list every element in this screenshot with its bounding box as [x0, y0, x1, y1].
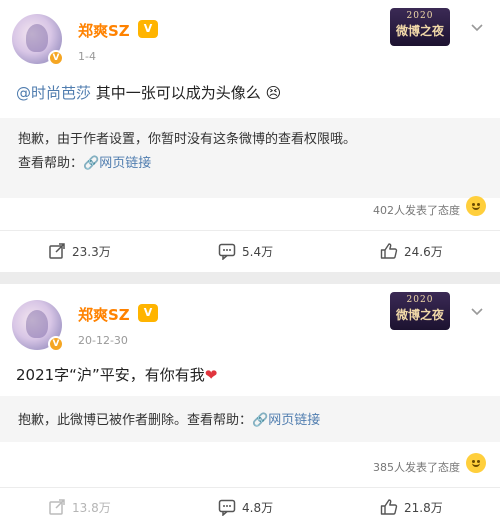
weibo-post-card: V 郑爽SZ V 1-4 2020 微博之夜 @时尚芭莎 其中一张可以成为头像么…	[0, 0, 500, 272]
mention-link[interactable]: @时尚芭莎	[16, 84, 91, 102]
like-count: 24.6万	[404, 244, 443, 259]
repost-button[interactable]: 13.8万	[48, 498, 111, 516]
vip-badge-icon: V	[138, 304, 158, 322]
weibo-post-card: V 郑爽SZ V 20-12-30 2020 微博之夜 2021字“沪”平安，有…	[0, 284, 500, 529]
notice-line: 抱歉，此微博已被作者删除。查看帮助：🔗网页链接	[18, 409, 482, 428]
restricted-notice: 抱歉，由于作者设置，你暂时没有这条微博的查看权限哦。 查看帮助：🔗网页链接	[0, 118, 500, 198]
web-link[interactable]: 🔗网页链接	[83, 156, 151, 171]
chevron-down-icon[interactable]	[470, 304, 484, 318]
comment-icon	[218, 243, 236, 260]
event-badge: 2020 微博之夜	[390, 292, 450, 330]
sad-emoji-icon: 😣	[265, 84, 282, 102]
notice-text: 抱歉，此微博已被作者删除。查看帮助：	[18, 413, 253, 428]
verified-badge-icon: V	[48, 336, 64, 352]
notice-text: 抱歉，由于作者设置，你暂时没有这条微博的查看权限哦。	[18, 132, 357, 147]
repost-button[interactable]: 23.3万	[48, 242, 111, 260]
like-button[interactable]: 21.8万	[380, 498, 443, 516]
comment-icon	[218, 499, 236, 516]
event-badge-name: 微博之夜	[395, 24, 444, 38]
like-button[interactable]: 24.6万	[380, 242, 443, 260]
share-icon	[49, 499, 65, 515]
comment-button[interactable]: 4.8万	[218, 498, 273, 516]
repost-count: 13.8万	[72, 500, 111, 515]
thumbs-up-icon	[380, 243, 398, 259]
thumbs-up-icon	[380, 499, 398, 515]
post-text: @时尚芭莎 其中一张可以成为头像么 😣	[16, 82, 281, 103]
help-label: 查看帮助：	[18, 156, 84, 171]
event-badge-year: 2020	[406, 295, 434, 305]
comment-count: 5.4万	[242, 244, 274, 259]
deleted-notice: 抱歉，此微博已被作者删除。查看帮助：🔗网页链接	[0, 396, 500, 442]
reactions-count[interactable]: 385人发表了态度	[373, 459, 460, 475]
heart-icon: ❤	[204, 366, 218, 384]
web-link[interactable]: 🔗网页链接	[252, 413, 320, 428]
reactions-count[interactable]: 402人发表了态度	[373, 202, 460, 218]
vip-badge-icon: V	[138, 20, 158, 38]
post-text-body: 其中一张可以成为头像么	[91, 84, 261, 102]
verified-badge-icon: V	[48, 50, 64, 66]
username[interactable]: 郑爽SZ	[78, 304, 130, 325]
event-badge-year: 2020	[406, 11, 434, 21]
comment-count: 4.8万	[242, 500, 274, 515]
smile-emoji-icon	[466, 196, 486, 216]
post-text-body: 2021字“沪”平安，有你有我	[16, 366, 205, 384]
post-time: 1-4	[78, 50, 96, 63]
divider	[0, 487, 500, 488]
like-count: 21.8万	[404, 500, 443, 515]
event-badge-name: 微博之夜	[395, 308, 444, 322]
share-icon	[49, 243, 65, 259]
divider	[0, 230, 500, 231]
repost-count: 23.3万	[72, 244, 111, 259]
event-badge: 2020 微博之夜	[390, 8, 450, 46]
chevron-down-icon[interactable]	[470, 20, 484, 34]
post-text: 2021字“沪”平安，有你有我❤	[16, 364, 217, 385]
comment-button[interactable]: 5.4万	[218, 242, 273, 260]
post-time: 20-12-30	[78, 334, 128, 347]
smile-emoji-icon	[466, 453, 486, 473]
username[interactable]: 郑爽SZ	[78, 20, 130, 41]
